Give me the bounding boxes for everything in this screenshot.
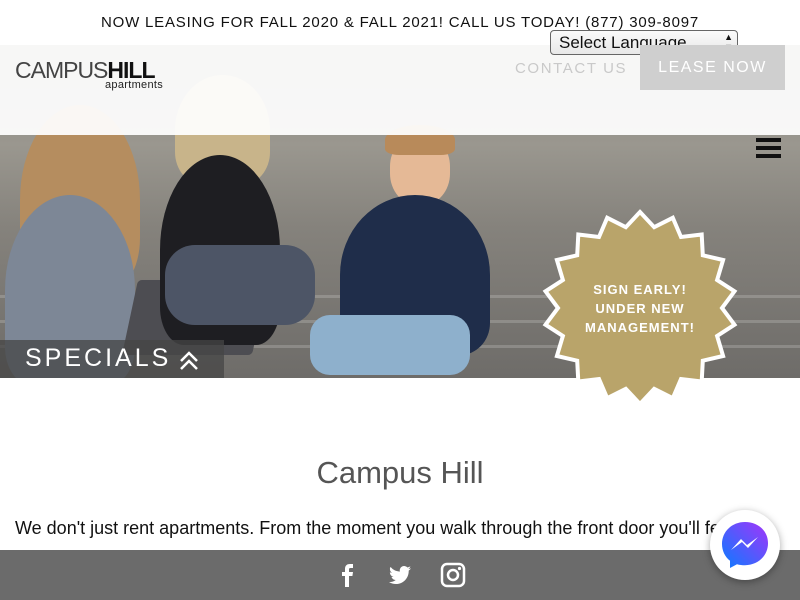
hamburger-menu-icon[interactable] bbox=[756, 138, 781, 158]
intro-paragraph: We don't just rent apartments. From the … bbox=[15, 518, 734, 538]
specials-label: SPECIALS bbox=[25, 344, 172, 372]
twitter-icon[interactable] bbox=[387, 562, 413, 588]
announcement-text: NOW LEASING FOR FALL 2020 & FALL 2021! C… bbox=[101, 14, 699, 31]
footer-bar bbox=[0, 550, 800, 600]
lease-now-button[interactable]: LEASE NOW bbox=[640, 45, 785, 90]
facebook-icon[interactable] bbox=[335, 562, 361, 588]
logo-subtitle: apartments bbox=[105, 79, 164, 91]
badge-line-3: MANAGEMENT! bbox=[585, 320, 695, 335]
page-title: Campus Hill bbox=[316, 455, 484, 490]
logo[interactable]: CAMPUSHILL apartments bbox=[15, 57, 175, 92]
messenger-icon bbox=[722, 522, 768, 568]
messenger-chat-button[interactable] bbox=[710, 510, 780, 580]
contact-us-link[interactable]: CONTACT US bbox=[515, 60, 627, 77]
instagram-icon[interactable] bbox=[440, 562, 466, 588]
badge-line-1: SIGN EARLY! bbox=[593, 282, 687, 297]
double-chevron-up-icon bbox=[180, 351, 198, 370]
promo-badge-text: SIGN EARLY! UNDER NEW MANAGEMENT! bbox=[560, 280, 720, 337]
specials-tab[interactable]: SPECIALS bbox=[0, 340, 224, 378]
logo-word-campus: CAMPUS bbox=[15, 57, 108, 83]
badge-line-2: UNDER NEW bbox=[595, 301, 685, 316]
